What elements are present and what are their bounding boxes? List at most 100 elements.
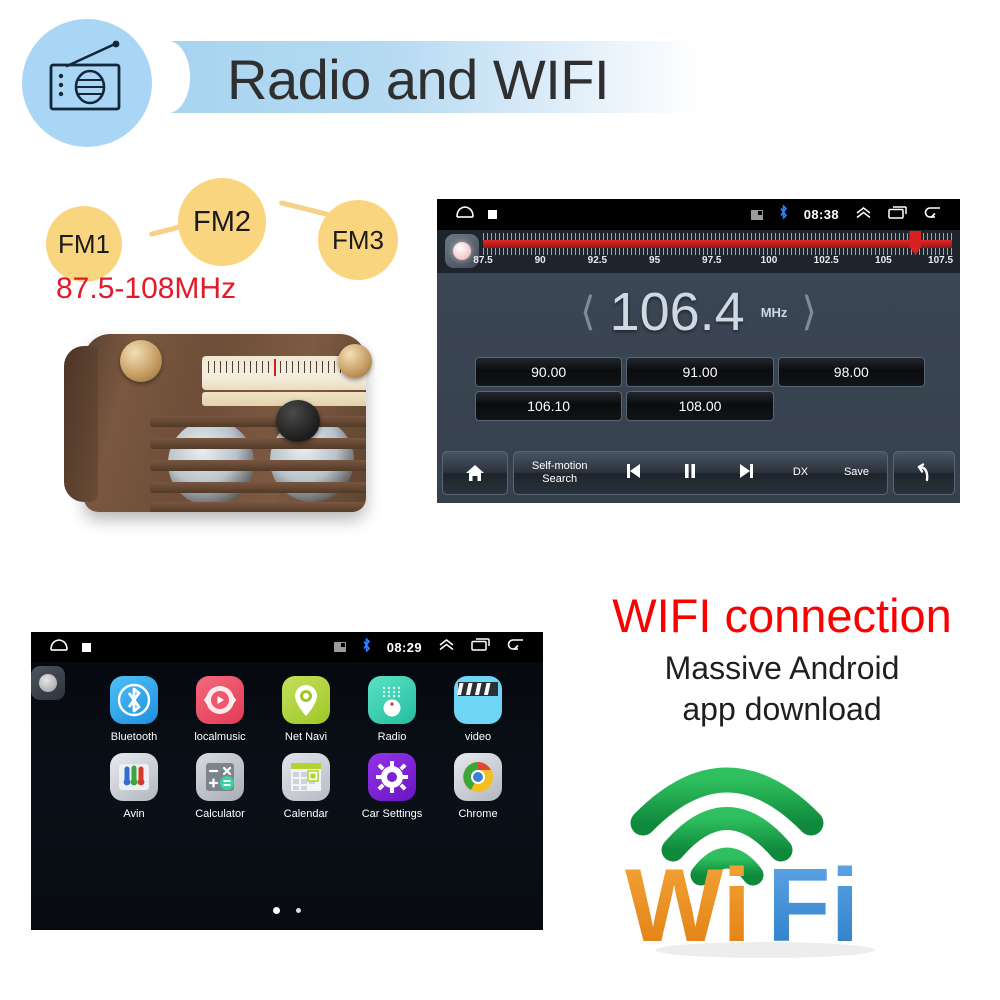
- screen-side-knob[interactable]: [31, 666, 65, 700]
- fm3-badge: FM3: [318, 200, 398, 280]
- app-label: Avin: [123, 808, 145, 820]
- vintage-radio-right-knob: [338, 344, 372, 378]
- page-indicator-dots: [31, 907, 543, 914]
- app-cell-radio[interactable]: Radio: [349, 676, 435, 743]
- sd-card-icon: [333, 642, 346, 652]
- radio-toolbar: Self-motion Search DX Save: [442, 451, 955, 495]
- net-navi-app-icon[interactable]: [282, 676, 330, 724]
- fm-preset-diagram: FM1 FM2 FM3: [38, 178, 438, 282]
- radio-status-bar: 08:38: [437, 199, 960, 230]
- app-cell-video[interactable]: video: [435, 676, 521, 743]
- scale-ticks-bottom: [483, 248, 952, 255]
- chevron-left-icon[interactable]: ⟨: [580, 292, 596, 332]
- preset-buttons-grid: 90.00 91.00 98.00 106.10 108.00: [475, 357, 925, 421]
- preset-button-5[interactable]: 108.00: [626, 391, 774, 421]
- radio-app-icon[interactable]: [368, 676, 416, 724]
- chevron-up-icon[interactable]: [438, 638, 455, 656]
- app-cell-localmusic[interactable]: localmusic: [177, 676, 263, 743]
- app-label: Chrome: [458, 808, 498, 820]
- wifi-subtitle-line1: Massive Android: [664, 650, 900, 686]
- app-status-time: 08:29: [386, 639, 422, 655]
- page-title: Radio and WIFI: [227, 48, 610, 111]
- fm-frequency-range-label: 87.5-108MHz: [56, 272, 237, 305]
- preset-button-4[interactable]: 106.10: [475, 391, 623, 421]
- app-label: Radio: [377, 731, 407, 743]
- scale-tick-label: 105: [875, 255, 892, 266]
- preset-button-2[interactable]: 91.00: [626, 357, 774, 387]
- app-label: localmusic: [194, 731, 246, 743]
- radio-control-group: Self-motion Search DX Save: [513, 451, 888, 495]
- fm2-badge: FM2: [178, 178, 266, 266]
- frequency-unit: MHz: [760, 304, 788, 320]
- fm1-badge: FM1: [46, 206, 122, 282]
- save-button[interactable]: Save: [840, 466, 873, 479]
- poster-root: Radio and WIFI FM1 FM2 FM3 87.5-108MHz 0…: [0, 0, 1000, 1000]
- preset-button-1[interactable]: 90.00: [475, 357, 623, 387]
- app-cell-bluetooth[interactable]: Bluetooth: [91, 676, 177, 743]
- vintage-radio-grille: [150, 416, 366, 512]
- home-icon[interactable]: [455, 205, 475, 224]
- scale-tick-label: 102.5: [813, 255, 839, 266]
- next-station-button[interactable]: [731, 462, 761, 484]
- scale-ticks-top: [483, 233, 952, 240]
- sd-card-icon: [750, 209, 763, 220]
- local-music-app-icon[interactable]: [196, 676, 244, 724]
- chrome-app-icon[interactable]: [454, 753, 502, 801]
- app-cell-calculator[interactable]: Calculator: [177, 753, 263, 820]
- app-status-bar: 08:29: [31, 632, 543, 662]
- chevron-right-icon[interactable]: ⟩: [801, 292, 817, 332]
- stop-square-icon[interactable]: [488, 210, 497, 219]
- page-dot-2[interactable]: [296, 908, 301, 913]
- app-cell-car-settings[interactable]: Car Settings: [349, 753, 435, 820]
- scale-tick-label: 97.5: [702, 255, 722, 266]
- calendar-app-icon[interactable]: [282, 753, 330, 801]
- frequency-value: 106.4: [609, 282, 745, 342]
- recents-icon[interactable]: [471, 638, 490, 656]
- chevron-up-icon[interactable]: [855, 206, 872, 224]
- bluetooth-app-icon[interactable]: [110, 676, 158, 724]
- scale-tick-label: 107.5: [928, 255, 954, 266]
- tuner-scale-strip[interactable]: 87.5 90 92.5 95 97.5 100 102.5 105 107.5: [437, 230, 960, 273]
- back-arrow-icon[interactable]: [893, 451, 955, 495]
- radio-tuner-screen: 08:38 87.5 90 92.5 95 97.5 100 102.5 105 107.: [437, 199, 960, 503]
- video-app-icon[interactable]: [454, 676, 502, 724]
- wifi-subtitle: Massive Android app download: [572, 648, 992, 730]
- dx-button[interactable]: DX: [789, 466, 812, 479]
- prev-station-button[interactable]: [619, 462, 649, 484]
- preset-button-3[interactable]: 98.00: [777, 357, 925, 387]
- app-cell-chrome[interactable]: Chrome: [435, 753, 521, 820]
- scale-bar: [483, 240, 952, 248]
- pause-button[interactable]: [677, 462, 703, 484]
- scale-tick-labels: 87.5 90 92.5 95 97.5 100 102.5 105 107.5: [473, 255, 954, 270]
- app-icon-grid: Bluetooth localmusic Net Navi Radio video Avi…: [91, 676, 521, 820]
- radio-icon: [45, 40, 131, 122]
- wifi-logo: Wi Fi: [615, 745, 915, 964]
- android-home-screen: 08:29 Bluetooth localmusic Net Navi Radio vi…: [31, 632, 543, 930]
- calculator-app-icon[interactable]: [196, 753, 244, 801]
- scale-tick-label: 100: [760, 255, 778, 266]
- app-cell-net-navi[interactable]: Net Navi: [263, 676, 349, 743]
- current-frequency-display: ⟨ 106.4 MHz ⟩: [437, 281, 960, 343]
- home-button[interactable]: [442, 451, 508, 495]
- preset-slot-empty: [778, 391, 925, 421]
- recents-icon[interactable]: [888, 205, 907, 224]
- avin-app-icon[interactable]: [110, 753, 158, 801]
- self-motion-search-button[interactable]: Self-motion Search: [528, 460, 592, 486]
- home-icon[interactable]: [49, 638, 69, 657]
- stop-square-icon[interactable]: [82, 642, 91, 652]
- app-label: video: [464, 731, 492, 743]
- back-icon[interactable]: [506, 638, 525, 656]
- app-label: Calculator: [195, 808, 245, 820]
- frequency-scale[interactable]: 87.5 90 92.5 95 97.5 100 102.5 105 107.5: [473, 231, 954, 270]
- vintage-radio-photo: [62, 322, 392, 534]
- back-icon[interactable]: [923, 206, 942, 224]
- scale-tick-label: 87.5: [473, 255, 493, 266]
- app-label: Calendar: [283, 808, 329, 820]
- vintage-radio-center-knob: [276, 400, 320, 442]
- car-settings-app-icon[interactable]: [368, 753, 416, 801]
- bluetooth-icon: [779, 204, 788, 224]
- app-label: Bluetooth: [110, 731, 158, 743]
- app-cell-calendar[interactable]: Calendar: [263, 753, 349, 820]
- page-dot-1[interactable]: [273, 907, 280, 914]
- app-cell-avin[interactable]: Avin: [91, 753, 177, 820]
